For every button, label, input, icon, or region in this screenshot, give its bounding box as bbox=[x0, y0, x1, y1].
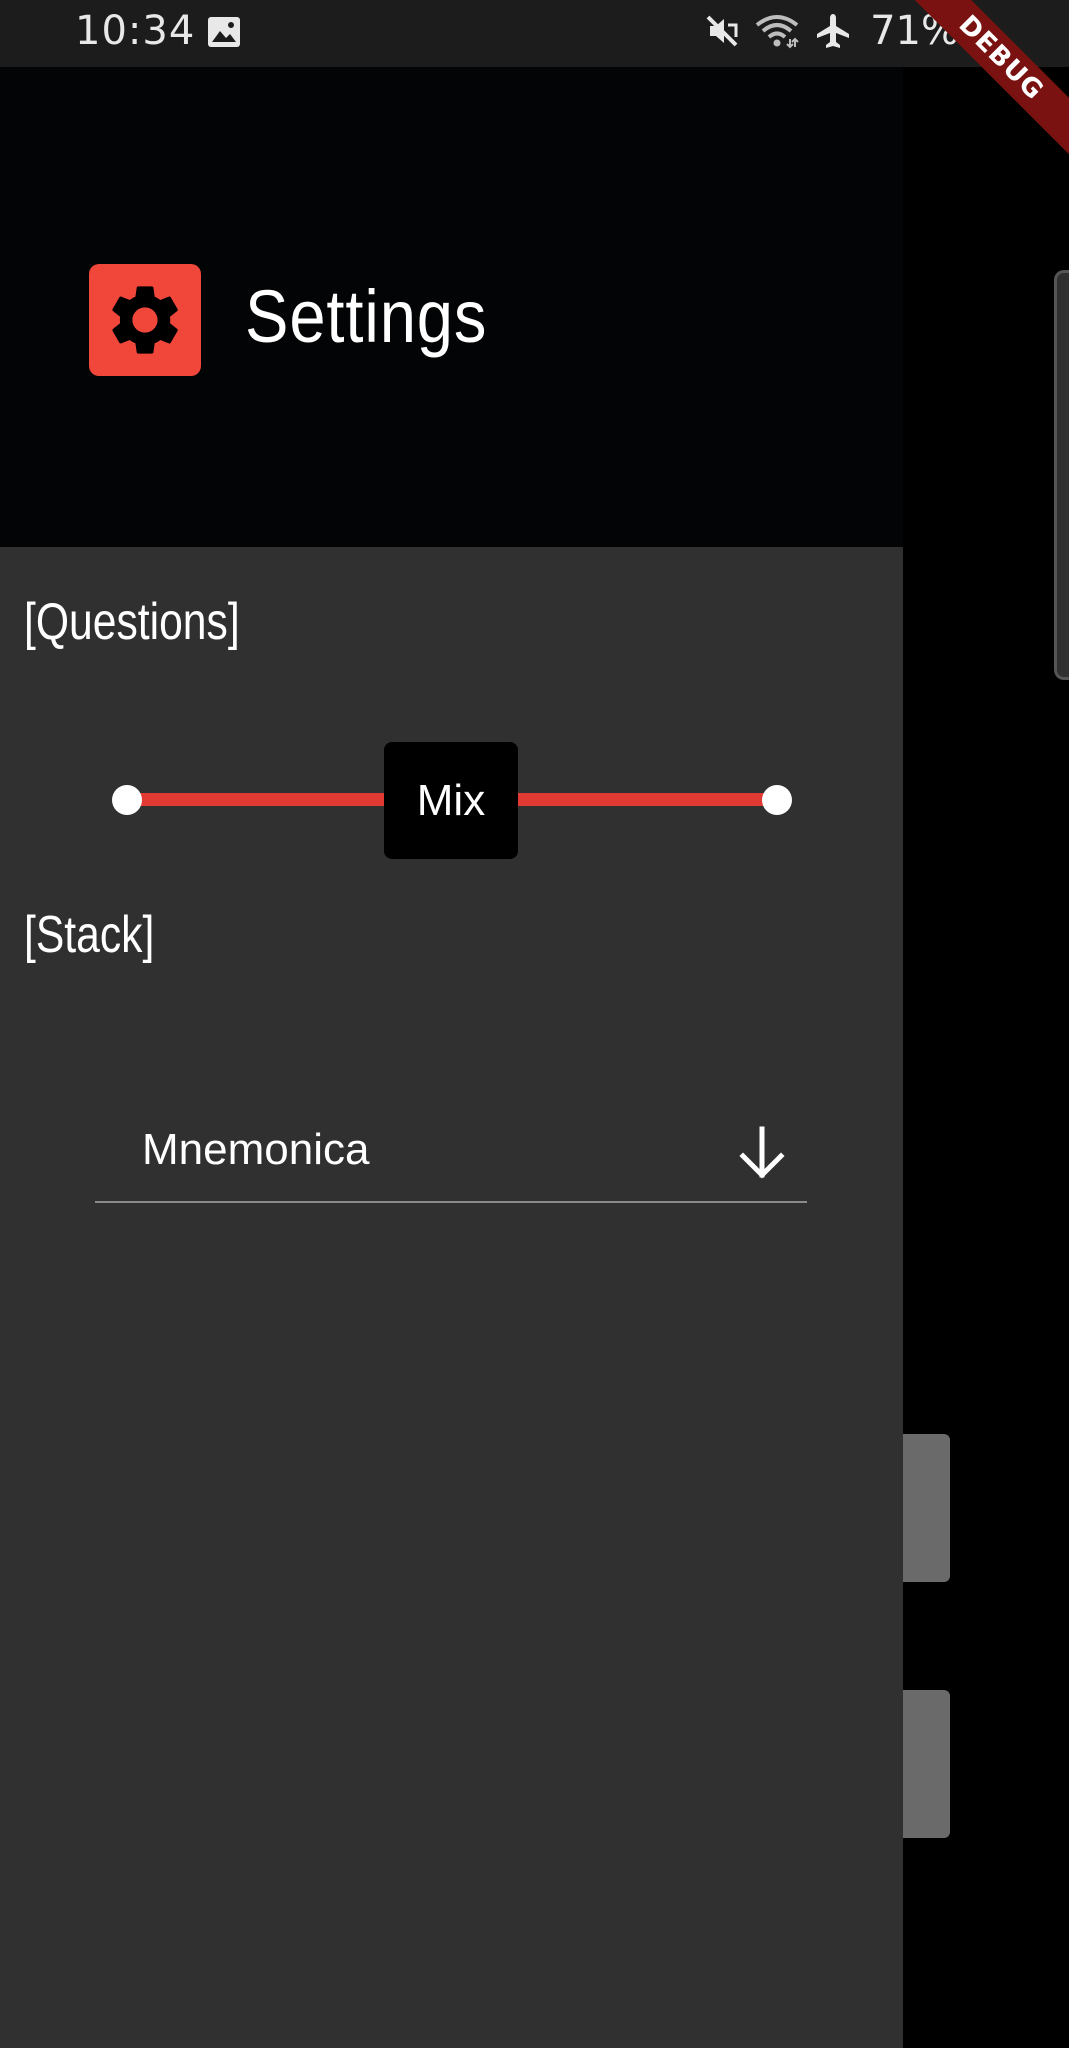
questions-label: [Questions] bbox=[24, 593, 240, 651]
status-bar: 10:34 71% bbox=[0, 0, 1069, 67]
settings-drawer: Settings [Questions] Mix [Stack] Mnemoni… bbox=[0, 67, 903, 2048]
slider-thumb-end[interactable] bbox=[762, 785, 792, 815]
arrow-down-icon bbox=[739, 1126, 785, 1179]
background-panel-edge bbox=[1054, 270, 1069, 680]
stack-dropdown[interactable]: Mnemonica bbox=[95, 1087, 807, 1203]
questions-range-slider[interactable]: Mix bbox=[112, 742, 792, 859]
airplane-icon bbox=[817, 14, 850, 48]
screen: 10:34 71% DEBUG Settings [Questions] Mix… bbox=[0, 0, 1069, 2048]
gear-icon bbox=[112, 286, 178, 354]
settings-logo bbox=[89, 264, 201, 376]
slider-thumb-start[interactable] bbox=[112, 785, 142, 815]
image-icon bbox=[208, 17, 240, 47]
status-time: 10:34 bbox=[75, 8, 196, 54]
stack-dropdown-value: Mnemonica bbox=[142, 1125, 370, 1174]
slider-value-label: Mix bbox=[384, 742, 518, 859]
wifi-icon bbox=[755, 15, 799, 49]
drawer-header: Settings bbox=[0, 67, 903, 547]
mute-icon bbox=[706, 15, 738, 47]
drawer-title: Settings bbox=[245, 275, 488, 358]
stack-label: [Stack] bbox=[24, 906, 155, 964]
